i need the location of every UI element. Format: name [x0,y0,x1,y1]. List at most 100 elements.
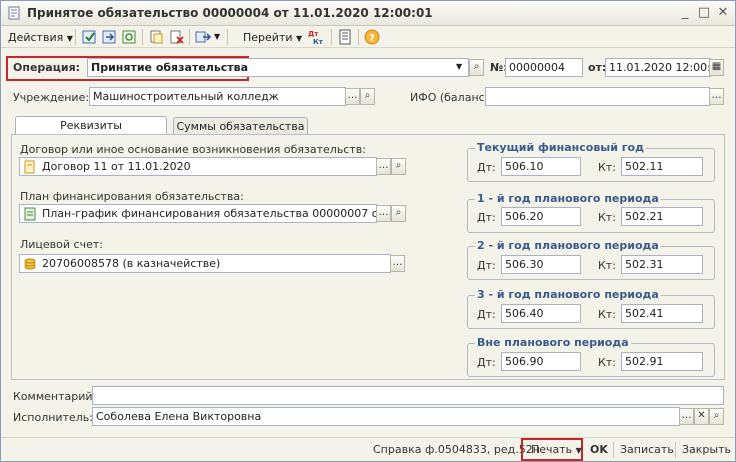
executor-label: Исполнитель: [13,411,93,424]
svg-text:Кт: Кт [313,38,324,45]
contract-document-icon [24,160,35,174]
comment-label: Комментарий: [13,390,97,403]
print-label: Печать [531,443,573,456]
document-window: Принятое обязательство 00000004 от 11.01… [0,0,736,462]
dt-account-field[interactable]: 506.30 [501,255,581,274]
print-button[interactable]: Печать ▼ [531,443,582,456]
status-bar: Справка ф.0504833, ред.52н Печать ▼ OK З… [1,437,735,461]
kt-account-field[interactable]: 502.21 [621,207,703,226]
dt-account-field[interactable]: 506.10 [501,157,581,176]
dt-label: Дт: [477,308,496,321]
ifo-label: ИФО (баланс): [410,91,493,104]
kt-account-field[interactable]: 502.91 [621,352,703,371]
search-icon[interactable]: ⌕ [469,59,484,76]
contract-label: Договор или иное основание возникновения… [20,143,366,156]
account-value: 20706008578 (в казначействе) [42,257,221,270]
kt-label: Кт: [598,211,616,224]
refresh-icon[interactable] [121,29,138,45]
dt-account-field[interactable]: 506.40 [501,304,581,323]
kt-account-field[interactable]: 502.41 [621,304,703,323]
delete-mark-icon[interactable] [168,29,185,45]
save-button[interactable]: Записать [620,443,674,456]
toolbar-separator [75,29,76,45]
post-icon[interactable] [101,29,118,45]
number-field[interactable]: 00000004 [505,58,583,77]
dt-account-field[interactable]: 506.20 [501,207,581,226]
search-icon[interactable]: ⌕ [709,408,724,425]
dt-account-field[interactable]: 506.90 [501,352,581,371]
account-field[interactable]: 20706008578 (в казначействе) [19,254,391,273]
ok-button[interactable]: OK [590,443,608,456]
plan-value: План-график финансирования обязательства… [42,207,376,220]
dt-label: Дт: [477,161,496,174]
operation-label: Операция: [13,61,81,74]
post-and-close-icon[interactable] [81,29,98,45]
goto-label: Перейти [243,31,293,44]
toolbar: Действия ▼ ▼ Перейти ▼ Дт Кт ? [1,26,735,48]
toolbar-separator [331,29,332,45]
date-field[interactable]: 11.01.2020 12:00:01 [605,58,711,77]
search-icon[interactable]: ⌕ [391,205,406,222]
dt-kt-postings-icon[interactable]: ДтКт [307,29,324,45]
plan-document-icon [24,207,36,221]
toolbar-separator [227,29,228,45]
select-button[interactable]: … [376,205,391,222]
actions-menu-button[interactable]: Действия ▼ [8,29,73,46]
close-window-button[interactable]: ✕ [715,5,731,21]
dt-label: Дт: [477,259,496,272]
close-button[interactable]: Закрыть [682,443,731,456]
toolbar-separator [142,29,143,45]
actions-label: Действия [8,31,64,44]
plan-label: План финансирования обязательства: [20,190,244,203]
kt-label: Кт: [598,356,616,369]
svg-text:?: ? [369,33,375,44]
coins-icon [24,258,36,270]
ifo-field[interactable] [485,87,710,106]
select-button[interactable]: … [709,88,724,105]
comment-field[interactable] [92,386,724,405]
operation-field[interactable]: Принятие обязательства [87,58,469,77]
help-icon[interactable]: ? [364,29,381,45]
select-button[interactable]: … [376,158,391,175]
contract-field[interactable]: Договор 11 от 11.01.2020 [19,157,377,176]
period-title: 2 - й год планового периода [475,239,661,252]
plan-field[interactable]: План-график финансирования обязательства… [19,204,377,223]
clear-icon[interactable]: ✕ [694,408,709,425]
toolbar-separator [358,29,359,45]
window-title: Принятое обязательство 00000004 от 11.01… [27,6,433,20]
calendar-icon[interactable]: ▦ [709,59,724,76]
chevron-down-icon[interactable]: ▼ [456,62,462,71]
toolbar-separator [189,29,190,45]
tab-requisites[interactable]: Реквизиты обязательства [15,116,167,150]
search-icon[interactable]: ⌕ [360,88,375,105]
date-label: от: [588,61,607,74]
institution-label: Учреждение: [13,91,90,104]
print-form-icon[interactable] [337,29,354,45]
based-on-icon[interactable] [195,29,212,45]
report-link[interactable]: Справка ф.0504833, ред.52н [373,443,540,456]
contract-value: Договор 11 от 11.01.2020 [42,160,191,173]
dropdown-arrow-icon: ▼ [66,34,73,43]
kt-account-field[interactable]: 502.11 [621,157,703,176]
dropdown-arrow-icon[interactable]: ▼ [214,32,220,41]
copy-document-icon[interactable] [148,29,165,45]
period-title: 1 - й год планового периода [475,192,661,205]
period-title: Текущий финансовый год [475,141,646,154]
search-icon[interactable]: ⌕ [391,158,406,175]
executor-field[interactable]: Соболева Елена Викторовна [92,407,680,426]
kt-label: Кт: [598,308,616,321]
minimize-button[interactable]: _ [677,5,693,21]
status-separator [675,442,676,458]
kt-account-field[interactable]: 502.31 [621,255,703,274]
select-button[interactable]: … [679,408,694,425]
institution-field[interactable]: Машиностроительный колледж [89,87,346,106]
kt-label: Кт: [598,161,616,174]
period-title: Вне планового периода [475,336,631,349]
document-icon [8,6,20,20]
maximize-button[interactable]: □ [696,5,712,21]
title-bar: Принятое обязательство 00000004 от 11.01… [1,1,735,26]
select-button[interactable]: … [390,255,405,272]
dt-label: Дт: [477,356,496,369]
select-button[interactable]: … [345,88,360,105]
goto-menu-button[interactable]: Перейти ▼ [243,29,302,46]
